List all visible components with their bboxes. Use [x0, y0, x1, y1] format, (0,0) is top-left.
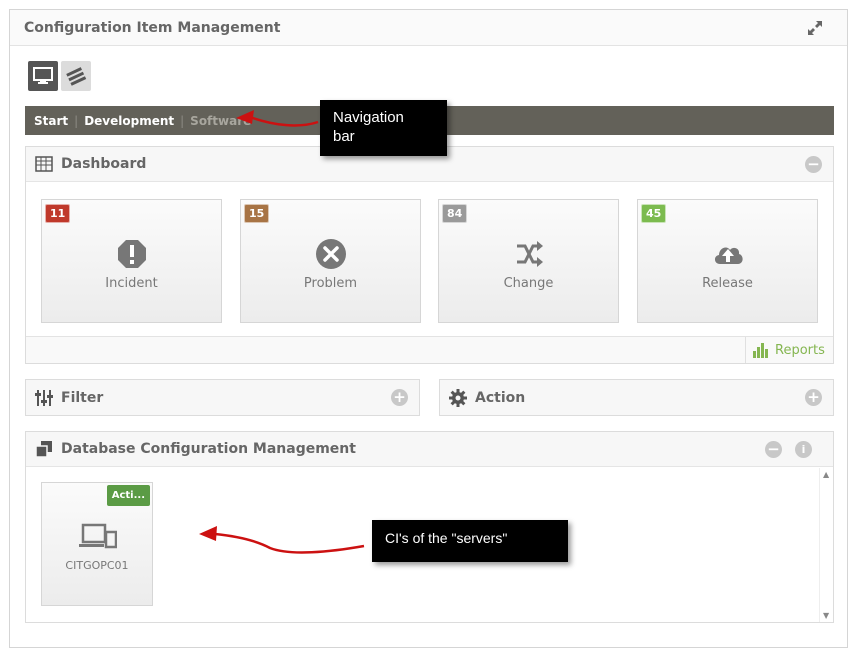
tile-label: Release — [702, 276, 753, 291]
tile-release[interactable]: 45 Release — [637, 199, 818, 323]
action-title: Action — [475, 389, 526, 406]
tile-label: Change — [503, 276, 554, 291]
dashboard-panel: Dashboard − 11 Incident 15 Problem 84 Ch… — [25, 146, 834, 364]
collapse-button[interactable]: − — [765, 441, 782, 458]
dashboard-title: Dashboard — [61, 156, 147, 172]
clone-icon — [35, 441, 52, 458]
exclamation-circle-icon — [118, 240, 146, 268]
desktop-view-button[interactable] — [28, 61, 58, 91]
dashboard-icon — [35, 156, 53, 172]
filter-panel: Filter + — [25, 379, 420, 416]
tile-count-badge: 15 — [244, 204, 270, 223]
dbcm-header: Database Configuration Management − i — [26, 432, 833, 467]
status-badge: Acti... — [106, 485, 150, 506]
reports-link[interactable]: Reports — [745, 337, 833, 363]
expand-icon[interactable] — [805, 18, 825, 38]
reports-label: Reports — [775, 342, 825, 358]
tile-label: Incident — [105, 276, 158, 291]
tile-label: Problem — [303, 276, 358, 291]
scroll-down-icon[interactable]: ▼ — [823, 611, 829, 620]
tile-incident[interactable]: 11 Incident — [41, 199, 222, 323]
dbcm-title: Database Configuration Management — [61, 441, 356, 457]
ci-card[interactable]: Acti... CITGOPC01 — [41, 482, 153, 606]
dashboard-footer: Reports — [26, 336, 833, 363]
cloud-upload-icon — [714, 247, 743, 264]
scrollbar[interactable]: ▲ ▼ — [819, 468, 833, 622]
breadcrumb-separator: | — [74, 113, 79, 128]
devices-icon — [79, 523, 117, 549]
tile-count-badge: 84 — [442, 204, 468, 223]
sliders-icon — [35, 389, 53, 406]
expand-action-button[interactable]: + — [805, 389, 822, 406]
filter-header[interactable]: Filter + — [26, 380, 419, 415]
scroll-up-icon[interactable]: ▲ — [823, 470, 829, 479]
shuffle-icon — [517, 241, 543, 267]
server-stack-icon — [66, 67, 87, 86]
times-circle-icon — [316, 239, 346, 269]
tile-count-badge: 11 — [45, 204, 71, 223]
navigation-bar-callout: Navigation bar — [320, 100, 447, 156]
action-header[interactable]: Action + — [440, 380, 833, 415]
tile-count-badge: 45 — [641, 204, 667, 223]
action-panel: Action + — [439, 379, 834, 416]
gear-icon — [449, 388, 467, 407]
breadcrumb-item-development[interactable]: Development — [84, 114, 174, 128]
tile-change[interactable]: 84 Change — [438, 199, 619, 323]
filter-title: Filter — [61, 389, 104, 406]
desktop-icon — [33, 67, 53, 84]
breadcrumb-item-start[interactable]: Start — [34, 114, 68, 128]
callout-text: CI's of the "servers" — [385, 530, 508, 546]
tile-problem[interactable]: 15 Problem — [240, 199, 421, 323]
server-view-button[interactable] — [61, 61, 91, 91]
window-header: Configuration Item Management — [10, 10, 847, 46]
servers-callout: CI's of the "servers" — [372, 520, 568, 562]
expand-filter-button[interactable]: + — [391, 389, 408, 406]
ci-name: CITGOPC01 — [65, 559, 129, 572]
collapse-button[interactable]: − — [805, 156, 822, 173]
info-button[interactable]: i — [795, 441, 812, 458]
bar-chart-icon — [753, 343, 768, 358]
callout-line: bar — [333, 128, 355, 145]
breadcrumb-separator: | — [180, 113, 185, 128]
breadcrumb-item-software: Software — [190, 113, 252, 128]
callout-line: Navigation — [333, 109, 404, 126]
page-title: Configuration Item Management — [24, 19, 281, 36]
